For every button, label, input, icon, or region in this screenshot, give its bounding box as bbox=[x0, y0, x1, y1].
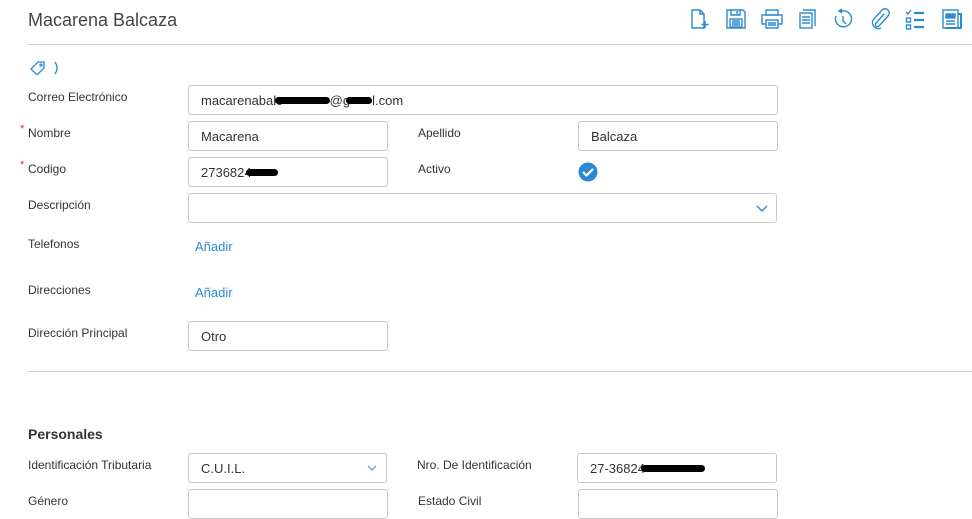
header-divider bbox=[28, 44, 972, 45]
history-icon bbox=[834, 8, 853, 28]
genero-label: Género bbox=[28, 494, 69, 508]
copy-button[interactable] bbox=[797, 7, 833, 31]
activo-label: Activo bbox=[418, 162, 451, 176]
add-telefono-link[interactable]: Añadir bbox=[195, 239, 233, 254]
chevron-down-icon bbox=[756, 205, 768, 212]
direcciones-label: Direcciones bbox=[28, 283, 91, 297]
attachment-button[interactable] bbox=[869, 7, 905, 31]
report-button[interactable] bbox=[941, 7, 972, 31]
codigo-field[interactable]: 2736824 bbox=[188, 157, 388, 187]
report-icon bbox=[942, 9, 962, 29]
new-document-icon bbox=[691, 9, 709, 29]
descripcion-label: Descripción bbox=[28, 198, 91, 212]
chevron-down-icon bbox=[367, 465, 377, 471]
genero-field[interactable] bbox=[188, 489, 388, 519]
page-title: Macarena Balcaza bbox=[28, 10, 178, 30]
estado-civil-field[interactable] bbox=[578, 489, 778, 519]
redaction bbox=[346, 96, 373, 104]
toolbar bbox=[689, 7, 972, 31]
apellido-field[interactable]: Balcaza bbox=[578, 121, 778, 151]
nombre-label: * Nombre bbox=[20, 123, 71, 140]
history-button[interactable] bbox=[833, 7, 869, 31]
print-icon bbox=[761, 9, 783, 29]
tag-icon[interactable] bbox=[30, 61, 46, 75]
print-button[interactable] bbox=[761, 7, 797, 31]
id-tributaria-select[interactable]: C.U.I.L. bbox=[188, 453, 387, 483]
apellido-label: Apellido bbox=[418, 126, 461, 140]
email-field[interactable]: macarenabalc @g l.com bbox=[188, 85, 778, 115]
new-document-button[interactable] bbox=[689, 7, 725, 31]
nro-identificacion-field[interactable]: 27-36824 bbox=[577, 453, 777, 483]
redaction bbox=[245, 168, 278, 176]
direccion-principal-label: Dirección Principal bbox=[28, 326, 128, 340]
save-icon bbox=[726, 9, 746, 29]
estado-civil-label: Estado Civil bbox=[418, 494, 482, 508]
redaction bbox=[274, 96, 330, 104]
checklist-icon bbox=[905, 9, 924, 30]
nro-identificacion-label: Nro. De Identificación bbox=[417, 458, 532, 472]
chevron-right-icon[interactable] bbox=[53, 61, 61, 75]
copy-icon bbox=[799, 9, 816, 29]
telefonos-label: Telefonos bbox=[28, 237, 80, 251]
direccion-principal-field[interactable]: Otro bbox=[188, 321, 388, 351]
id-tributaria-label: Identificación Tributaria bbox=[28, 458, 152, 472]
section-divider bbox=[28, 371, 972, 372]
checklist-button[interactable] bbox=[905, 7, 941, 31]
save-button[interactable] bbox=[725, 7, 761, 31]
add-direccion-link[interactable]: Añadir bbox=[195, 285, 233, 300]
codigo-label: * Codigo bbox=[20, 159, 67, 176]
descripcion-select[interactable] bbox=[188, 193, 777, 223]
email-label: Correo Electrónico bbox=[28, 90, 128, 104]
redaction bbox=[640, 464, 705, 472]
attachment-icon bbox=[871, 8, 890, 30]
nombre-field[interactable]: Macarena bbox=[188, 121, 388, 151]
activo-checkbox[interactable] bbox=[578, 162, 598, 182]
section-title-personales: Personales bbox=[28, 426, 103, 442]
